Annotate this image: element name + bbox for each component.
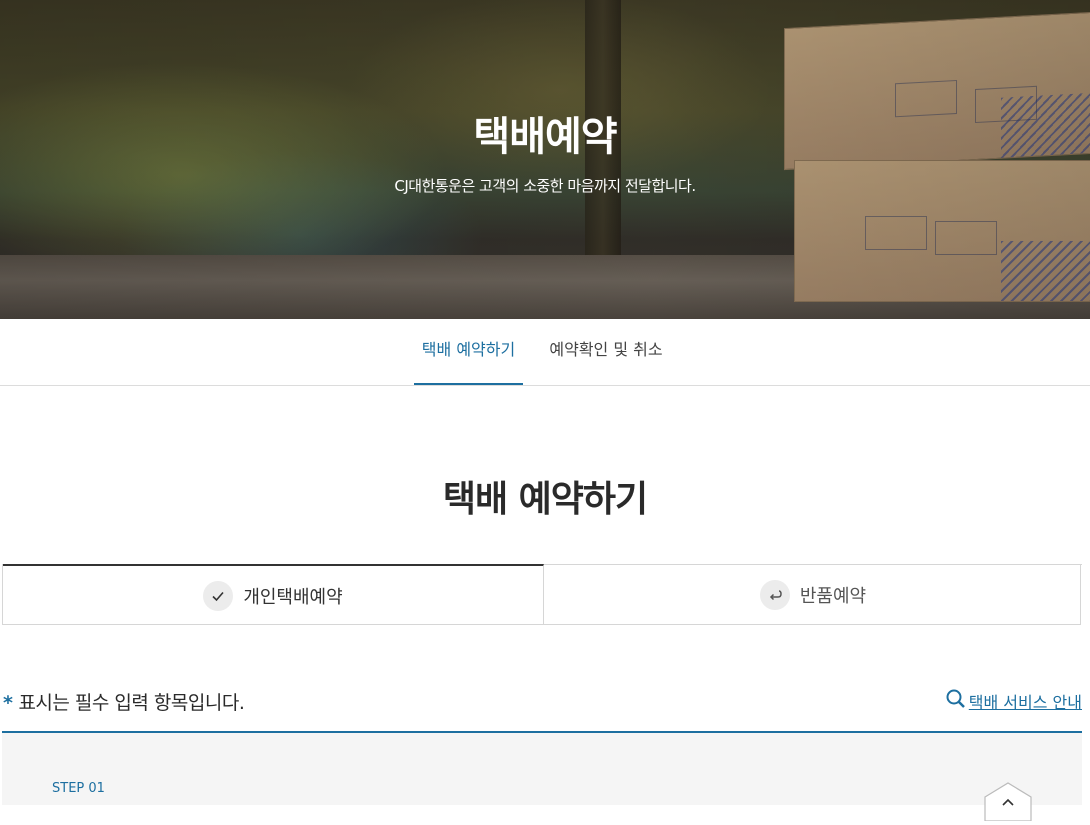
chevron-up-icon — [984, 782, 1032, 822]
required-note-text: 표시는 필수 입력 항목입니다. — [18, 692, 245, 714]
reservation-type-personal[interactable]: 개인택배예약 — [3, 564, 544, 625]
return-arrow-icon — [759, 580, 790, 610]
reservation-type-return-label: 반품예약 — [799, 586, 867, 607]
step-label: STEP 01 — [52, 781, 105, 796]
tab-check-cancel[interactable]: 예약확인 및 취소 — [543, 319, 669, 385]
step-collapse-button[interactable] — [984, 781, 1032, 822]
required-star: * — [3, 692, 13, 714]
reservation-type-return[interactable]: 반품예약 — [544, 564, 1082, 625]
service-guide-label: 택배 서비스 안내 — [968, 693, 1082, 712]
service-guide-link[interactable]: 택배 서비스 안내 — [945, 688, 1082, 714]
hero-title: 택배예약 — [473, 114, 617, 160]
search-icon — [945, 688, 969, 714]
hero-subtitle: CJ대한통운은 고객의 소중한 마음까지 전달합니다. — [394, 177, 696, 195]
step-panel: STEP 01 — [2, 731, 1082, 822]
hero-banner: 택배예약 CJ대한통운은 고객의 소중한 마음까지 전달합니다. — [0, 0, 1090, 319]
check-icon — [203, 580, 234, 611]
tab-reserve[interactable]: 택배 예약하기 — [414, 319, 523, 385]
reservation-type-selector: 개인택배예약 반품예약 — [2, 564, 1082, 625]
reservation-type-personal-label: 개인택배예약 — [243, 586, 343, 608]
required-fields-note: * 표시는 필수 입력 항목입니다. — [3, 688, 245, 715]
page-title: 택배 예약하기 — [442, 479, 648, 520]
tab-bar: 택배 예약하기 예약확인 및 취소 — [0, 319, 1090, 386]
